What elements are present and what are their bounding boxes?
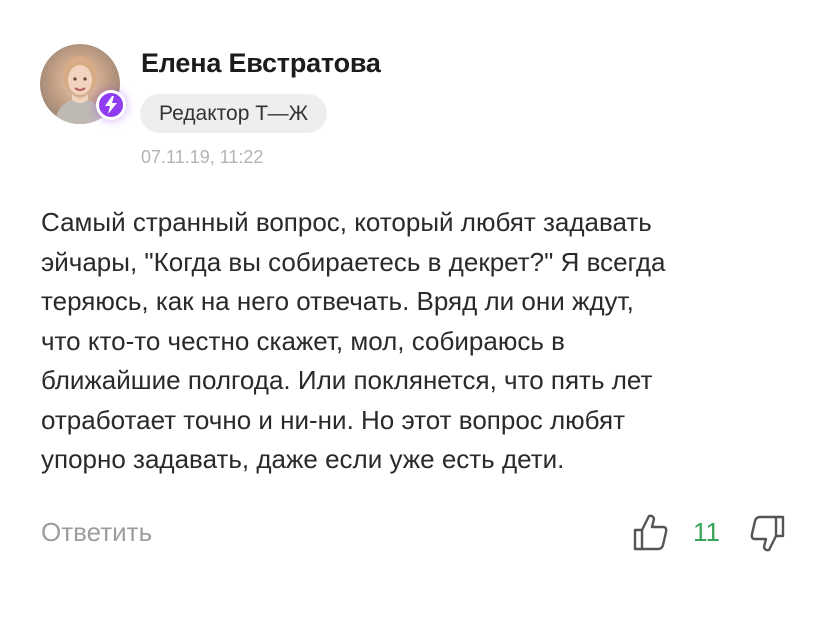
comment-line: теряюсь, как на него отвечать. Вряд ли о… — [41, 286, 634, 316]
thumbs-down-icon[interactable] — [748, 514, 786, 554]
comment-line: эйчары, "Когда вы собираетесь в декрет?"… — [41, 246, 666, 277]
thumbs-up-icon[interactable] — [632, 512, 670, 552]
comment-line: Самый странный вопрос, который любят зад… — [41, 207, 652, 237]
author-avatar[interactable] — [40, 44, 126, 124]
comment-date[interactable]: 07.11.19, 11:22 — [141, 145, 263, 169]
comment-line: упорно задавать, даже если уже есть дети… — [41, 444, 565, 474]
role-badge: Редактор Т—Ж — [140, 94, 327, 133]
comment-line: отработает точно и ни-ни. Но этот вопрос… — [41, 404, 625, 435]
comment-text: Самый странный вопрос, который любят зад… — [41, 203, 801, 480]
reply-button[interactable]: Ответить — [41, 514, 152, 550]
comment-line: что кто-то честно скажет, мол, собираюсь… — [41, 325, 565, 356]
author-name[interactable]: Елена Евстратова — [141, 46, 381, 80]
comment-line: ближайшие полгода. Или поклянется, что п… — [41, 365, 653, 395]
lightning-icon — [96, 90, 126, 120]
like-count: 11 — [693, 517, 720, 547]
